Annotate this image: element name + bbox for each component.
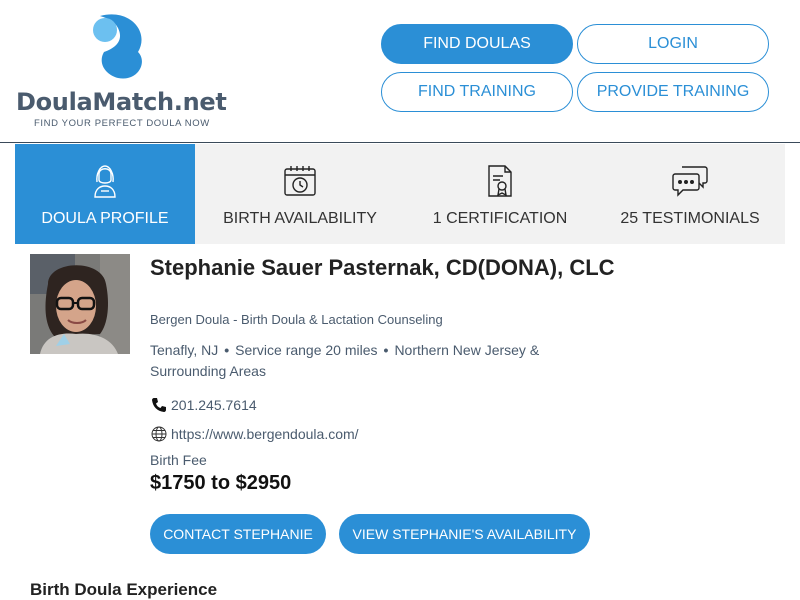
chat-bubbles-icon bbox=[672, 164, 708, 198]
tab-testimonials[interactable]: 25 TESTIMONIALS bbox=[595, 144, 785, 244]
location-info: Tenafly, NJ • Service range 20 miles • North… bbox=[150, 340, 600, 382]
login-button[interactable]: LOGIN bbox=[577, 24, 769, 64]
birth-doula-experience-heading: Birth Doula Experience bbox=[30, 580, 218, 599]
website-row[interactable]: https://www.bergendoula.com/ bbox=[150, 425, 359, 442]
doulamatch-logo[interactable]: DoulaMatch.net FIND YOUR PERFECT DOULA N… bbox=[16, 12, 227, 132]
phone-row[interactable]: 201.245.7614 bbox=[150, 396, 257, 413]
tab-label: BIRTH AVAILABILITY bbox=[223, 210, 377, 227]
phone-icon bbox=[150, 396, 167, 413]
calendar-clock-icon bbox=[283, 164, 317, 198]
tab-label: 25 TESTIMONIALS bbox=[620, 210, 760, 227]
tab-label: DOULA PROFILE bbox=[41, 210, 169, 227]
birth-fee-value: $1750 to $2950 bbox=[150, 472, 292, 494]
doula-photo bbox=[30, 254, 130, 354]
globe-icon bbox=[150, 425, 167, 442]
site-header: DoulaMatch.net FIND YOUR PERFECT DOULA N… bbox=[0, 0, 800, 143]
certificate-icon bbox=[486, 164, 514, 198]
logo-tagline: FIND YOUR PERFECT DOULA NOW bbox=[34, 118, 210, 129]
birth-fee-label: Birth Fee bbox=[150, 452, 207, 468]
phone-number[interactable]: 201.245.7614 bbox=[171, 397, 257, 413]
separator-dot: • bbox=[224, 342, 230, 358]
find-doulas-button[interactable]: FIND DOULAS bbox=[381, 24, 573, 64]
doula-person-icon bbox=[91, 164, 119, 198]
logo-mark-icon bbox=[93, 14, 142, 79]
tab-doula-profile[interactable]: DOULA PROFILE bbox=[15, 144, 195, 244]
logo-wordmark: DoulaMatch.net bbox=[16, 88, 227, 116]
tab-label: 1 CERTIFICATION bbox=[432, 210, 568, 227]
separator-dot: • bbox=[383, 342, 389, 358]
service-range: Service range 20 miles bbox=[235, 342, 378, 358]
business-name: Bergen Doula - Birth Doula & Lactation C… bbox=[150, 312, 443, 327]
view-availability-button[interactable]: VIEW STEPHANIE'S AVAILABILITY bbox=[339, 514, 590, 554]
provide-training-button[interactable]: PROVIDE TRAINING bbox=[577, 72, 769, 112]
doula-name: Stephanie Sauer Pasternak, CD(DONA), CLC bbox=[150, 255, 615, 280]
profile-tabs: DOULA PROFILE BIRTH AVAILABILITY 1 CERTI… bbox=[15, 144, 785, 244]
find-training-button[interactable]: FIND TRAINING bbox=[381, 72, 573, 112]
city: Tenafly, NJ bbox=[150, 342, 219, 358]
website-link[interactable]: https://www.bergendoula.com/ bbox=[171, 426, 359, 442]
contact-doula-button[interactable]: CONTACT STEPHANIE bbox=[150, 514, 326, 554]
tab-certification[interactable]: 1 CERTIFICATION bbox=[405, 144, 595, 244]
tab-birth-availability[interactable]: BIRTH AVAILABILITY bbox=[195, 144, 405, 244]
